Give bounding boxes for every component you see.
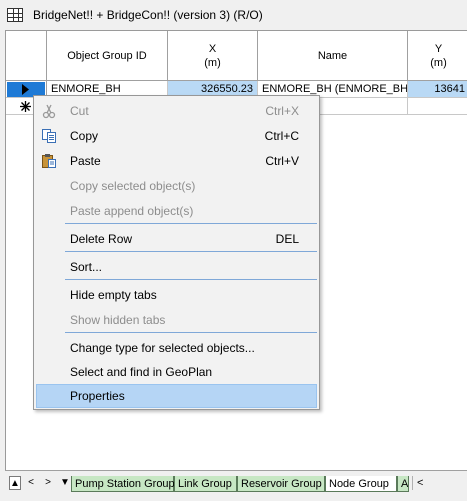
column-header-label: X bbox=[208, 42, 217, 55]
window-title: BridgeNet!! + BridgeCon!! (version 3) (R… bbox=[33, 8, 263, 22]
column-header-label: Name bbox=[317, 49, 348, 62]
paste-icon bbox=[42, 154, 56, 168]
cell-y[interactable]: 13641 bbox=[408, 81, 467, 98]
tab-nav-last-button[interactable]: ▼ bbox=[59, 476, 71, 490]
tab-link-group[interactable]: Link Group bbox=[174, 476, 237, 492]
tab-pump-station-group[interactable]: Pump Station Group bbox=[71, 476, 175, 492]
scroll-left-button[interactable]: < bbox=[417, 476, 423, 490]
new-cell-y[interactable] bbox=[408, 98, 467, 115]
table-app-icon bbox=[7, 8, 23, 22]
menu-separator bbox=[65, 332, 317, 333]
menu-item-label: Select and find in GeoPlan bbox=[70, 365, 213, 379]
scissors-icon bbox=[42, 104, 56, 119]
column-header-x[interactable]: X (m) bbox=[168, 31, 258, 81]
menu-item-select-find-geoplan[interactable]: Select and find in GeoPlan bbox=[36, 360, 317, 384]
menu-item-shortcut: Ctrl+C bbox=[264, 129, 299, 143]
tab-partial[interactable]: A bbox=[397, 476, 409, 492]
menu-item-label: Cut bbox=[70, 104, 89, 118]
tab-nav-next-button[interactable]: > bbox=[42, 476, 54, 490]
menu-item-label: Paste append object(s) bbox=[70, 204, 194, 218]
menu-item-label: Hide empty tabs bbox=[70, 288, 157, 302]
row-header-corner[interactable] bbox=[6, 31, 47, 81]
menu-item-show-hidden-tabs[interactable]: Show hidden tabs bbox=[36, 308, 317, 332]
tab-nav-prev-button[interactable]: < bbox=[25, 476, 37, 490]
menu-item-change-type[interactable]: Change type for selected objects... bbox=[36, 336, 317, 360]
menu-item-label: Paste bbox=[70, 154, 101, 168]
menu-item-shortcut: DEL bbox=[275, 232, 299, 246]
column-header-label: Object Group ID bbox=[67, 49, 147, 62]
column-header-name[interactable]: Name bbox=[258, 31, 408, 81]
column-header-y[interactable]: Y (m) bbox=[408, 31, 467, 81]
sheet-tab-bar: ▲ < > ▼ Pump Station Group Link Group Re… bbox=[5, 470, 467, 501]
menu-item-copy-selected-objects[interactable]: Copy selected object(s) bbox=[36, 174, 317, 198]
tab-reservoir-group[interactable]: Reservoir Group bbox=[237, 476, 325, 492]
menu-item-copy[interactable]: Copy Ctrl+C bbox=[36, 124, 317, 148]
menu-item-label: Copy bbox=[70, 129, 99, 143]
menu-item-label: Sort... bbox=[70, 260, 103, 274]
menu-item-label: Copy selected object(s) bbox=[70, 179, 196, 193]
column-header-unit: (m) bbox=[430, 56, 447, 69]
copy-icon bbox=[42, 129, 56, 143]
menu-item-delete-row[interactable]: Delete Row DEL bbox=[36, 227, 317, 251]
menu-item-shortcut: Ctrl+X bbox=[265, 104, 299, 118]
title-bar: BridgeNet!! + BridgeCon!! (version 3) (R… bbox=[0, 0, 467, 30]
menu-item-cut[interactable]: Cut Ctrl+X bbox=[36, 99, 317, 123]
horizontal-scrollbar[interactable]: < bbox=[412, 476, 467, 490]
menu-separator bbox=[65, 223, 317, 224]
column-header-unit: (m) bbox=[204, 56, 221, 69]
context-menu: Cut Ctrl+X Copy Ctrl+C Paste Ctrl+V Copy… bbox=[33, 95, 320, 410]
menu-separator bbox=[65, 251, 317, 252]
menu-item-label: Change type for selected objects... bbox=[70, 341, 255, 355]
menu-item-hide-empty-tabs[interactable]: Hide empty tabs bbox=[36, 283, 317, 307]
menu-separator bbox=[65, 279, 317, 280]
menu-item-label: Properties bbox=[70, 389, 125, 403]
menu-item-shortcut: Ctrl+V bbox=[265, 154, 299, 168]
column-header-label: Y bbox=[434, 42, 443, 55]
menu-item-label: Show hidden tabs bbox=[70, 313, 166, 327]
menu-item-label: Delete Row bbox=[70, 232, 133, 246]
tab-node-group[interactable]: Node Group bbox=[325, 476, 397, 492]
column-header-object-group-id[interactable]: Object Group ID bbox=[47, 31, 168, 81]
menu-item-paste[interactable]: Paste Ctrl+V bbox=[36, 149, 317, 173]
menu-item-properties[interactable]: Properties bbox=[36, 384, 317, 408]
menu-item-paste-append-objects[interactable]: Paste append object(s) bbox=[36, 199, 317, 223]
menu-item-sort[interactable]: Sort... bbox=[36, 255, 317, 279]
tab-nav-first-button[interactable]: ▲ bbox=[9, 476, 21, 490]
